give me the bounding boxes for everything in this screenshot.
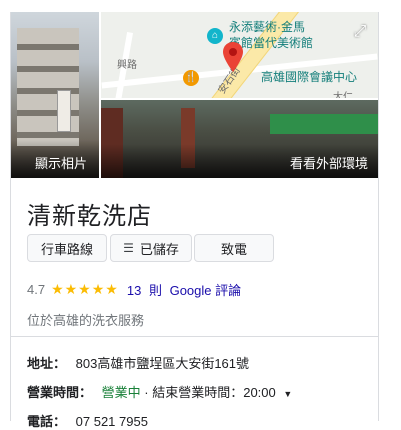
map-label-poi2: 高雄國際會議中心	[261, 70, 358, 84]
awning-image	[270, 114, 378, 134]
chevron-down-icon[interactable]: ▼	[283, 389, 292, 399]
hours-detail: · 結束營業時間：20:00	[144, 385, 276, 400]
show-photos-label[interactable]: 顯示相片	[35, 153, 87, 172]
directions-button[interactable]: 行車路線	[27, 234, 107, 262]
saved-button[interactable]: ☰ 已儲存	[110, 234, 192, 262]
storefront-photo[interactable]: 顯示相片	[11, 12, 99, 178]
review-count: 13	[126, 283, 142, 298]
rating-stars-icon: ★★★★★	[51, 281, 119, 297]
list-icon: ☰	[123, 241, 134, 255]
map-label-road1: 興路	[117, 60, 137, 71]
divider	[11, 336, 378, 337]
restaurant-poi-icon: 🍴	[183, 70, 199, 86]
shop-sign-image	[57, 90, 71, 132]
museum-poi-icon: ⌂	[207, 28, 223, 44]
open-status: 營業中	[101, 385, 141, 400]
map-thumbnail[interactable]: ⌂ 永添藝術·金馬 賓館當代美術館 🍴 興路 安石街 高雄國際會議中心 大仁 ⤢	[101, 12, 378, 98]
business-card: 顯示相片 ⌂ 永添藝術·金馬 賓館當代美術館 🍴 興路 安石街 高雄國際會議中心…	[10, 12, 379, 429]
hours-row[interactable]: 營業時間： 營業中 · 結束營業時間：20:00 ▼	[27, 382, 292, 401]
call-button[interactable]: 致電	[194, 234, 274, 262]
map-label-poi1: 永添藝術·金馬	[229, 20, 305, 34]
phone-label: 電話：	[27, 414, 67, 429]
map-label-road3: 大仁	[333, 92, 353, 98]
review-source: Google 評論	[169, 283, 242, 298]
street-view-photo[interactable]: 看看外部環境	[101, 100, 378, 178]
rating-score: 4.7	[27, 282, 46, 297]
business-name: 清新乾洗店	[27, 203, 152, 230]
reviews-link[interactable]: 13 則 Google 評論	[127, 280, 245, 299]
rating-row: 4.7 ★★★★★ 13 則 Google 評論	[27, 280, 245, 299]
call-label: 致電	[220, 241, 247, 257]
saved-label: 已儲存	[139, 241, 179, 257]
address-row: 地址： 803高雄市鹽埕區大安街161號	[27, 353, 249, 372]
street-view-label[interactable]: 看看外部環境	[290, 153, 368, 172]
directions-label: 行車路線	[40, 241, 93, 257]
photo-grid: 顯示相片 ⌂ 永添藝術·金馬 賓館當代美術館 🍴 興路 安石街 高雄國際會議中心…	[11, 12, 378, 178]
location-pin-icon	[223, 42, 243, 72]
phone-value[interactable]: 07 521 7955	[76, 414, 148, 429]
address-label: 地址：	[27, 356, 67, 371]
address-value[interactable]: 803高雄市鹽埕區大安街161號	[76, 356, 249, 371]
hours-label: 營業時間：	[27, 385, 93, 400]
business-category: 位於高雄的洗衣服務	[27, 313, 145, 328]
review-unit: 則	[148, 283, 162, 298]
expand-map-icon[interactable]: ⤢	[350, 22, 370, 42]
